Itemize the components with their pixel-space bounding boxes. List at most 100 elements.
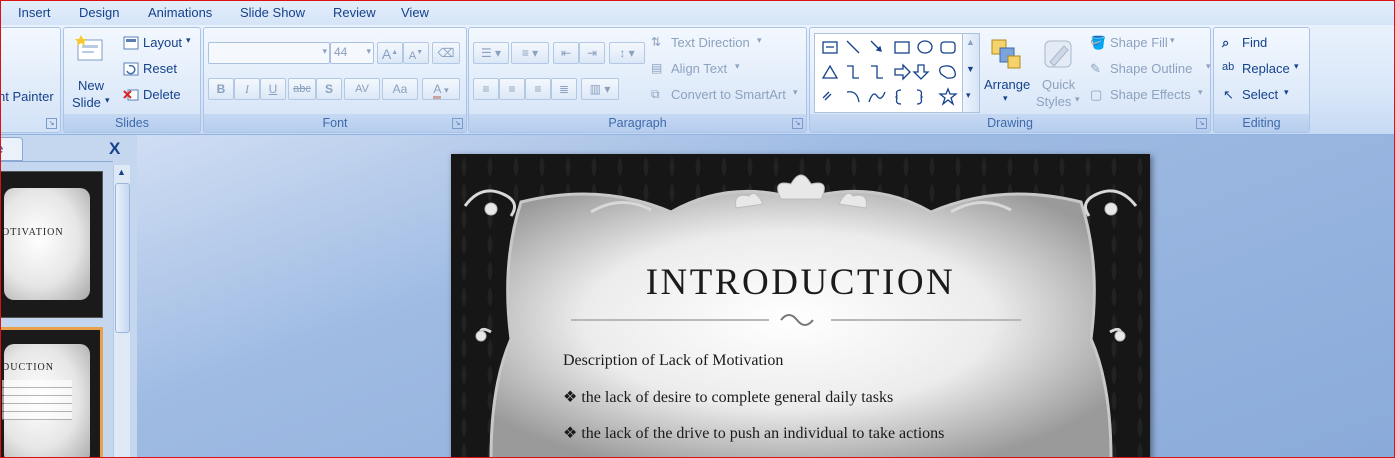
chevron-down-icon: ▾ <box>1003 93 1008 103</box>
align-center-icon: ≡ <box>508 82 516 96</box>
body-text: the lack of the drive to push an individ… <box>581 425 945 442</box>
pane-divider <box>1 161 113 162</box>
shrink-font-button[interactable]: A▼ <box>403 42 429 64</box>
ribbon: nt Painter ↘ New Slide ▾ Layout ▾ Reset … <box>1 25 1394 135</box>
justify-icon: ≣ <box>558 82 570 96</box>
italic-button[interactable]: I <box>234 78 260 100</box>
delete-icon <box>123 89 139 101</box>
layout-icon <box>123 36 139 50</box>
decrease-indent-icon: ⇤ <box>560 46 572 60</box>
font-group: ▾ 44 ▾ A▲ A▼ ⌫ B I U abc S AV Aa A ▾ Fon… <box>203 27 467 133</box>
arrange-button[interactable]: Arrange <box>984 77 1030 92</box>
arrange-icon <box>991 39 1021 69</box>
align-text-button[interactable]: Align Text <box>671 61 727 76</box>
line-spacing-button[interactable]: ↕ ▾ <box>609 42 645 64</box>
slides-group-label: Slides <box>64 114 200 132</box>
strikethrough-button[interactable]: abc <box>288 78 316 100</box>
font-launcher-icon[interactable]: ↘ <box>452 118 463 129</box>
font-group-label: Font <box>204 114 466 132</box>
chevron-down-icon: ▾ <box>186 35 191 45</box>
scroll-down-icon[interactable]: ▼ <box>966 64 975 74</box>
thumbnail-title: OTIVATION <box>2 227 64 238</box>
shape-fill-button[interactable]: Shape Fill <box>1110 35 1168 50</box>
clear-formatting-button[interactable]: ⌫ <box>432 42 460 64</box>
text-direction-icon: ⇅ <box>651 35 662 49</box>
tab-animations[interactable]: Animations <box>148 5 212 20</box>
shape-outline-button[interactable]: Shape Outline <box>1110 61 1192 76</box>
tab-insert[interactable]: Insert <box>18 5 51 20</box>
find-button[interactable]: Find <box>1242 35 1267 50</box>
slide-thumbnail-2[interactable]: DUCTION <box>1 327 103 457</box>
columns-button[interactable]: ▥ ▾ <box>581 78 619 100</box>
chevron-down-icon: ▾ <box>735 61 740 71</box>
slide-canvas[interactable]: INTRODUCTION Description of Lack of Moti… <box>451 154 1150 457</box>
slide-body-line-3[interactable]: ❖ the lack of the drive to push an indiv… <box>563 423 944 443</box>
align-left-button[interactable]: ≡ <box>473 78 499 100</box>
decrease-indent-button[interactable]: ⇤ <box>553 42 579 64</box>
grow-font-button[interactable]: A▲ <box>377 42 403 64</box>
shape-effects-button[interactable]: Shape Effects <box>1110 87 1191 102</box>
quick-styles-label-1[interactable]: Quick <box>1042 77 1075 92</box>
line-spacing-icon: ↕ ▾ <box>619 46 635 60</box>
slide-body-line-1[interactable]: Description of Lack of Motivation <box>563 352 783 370</box>
ribbon-tab-bar: Insert Design Animations Slide Show Revi… <box>1 1 1394 25</box>
pane-scrollbar[interactable]: ▲ <box>113 165 130 457</box>
scroll-up-icon[interactable]: ▲ <box>117 167 126 177</box>
shape-effects-icon: ▢ <box>1090 87 1103 102</box>
align-right-button[interactable]: ≡ <box>525 78 551 100</box>
change-case-button[interactable]: Aa <box>382 78 418 100</box>
numbering-icon: ≡ ▾ <box>521 46 539 60</box>
bullets-button[interactable]: ☰ ▾ <box>473 42 509 64</box>
character-spacing-button[interactable]: AV <box>344 78 380 100</box>
scroll-up-icon[interactable]: ▲ <box>966 37 975 47</box>
grow-font-icon: A <box>381 46 392 62</box>
chevron-down-icon: ▾ <box>105 95 110 105</box>
shapes-gallery[interactable] <box>814 33 968 113</box>
chevron-down-icon: ▾ <box>1294 61 1299 71</box>
clear-formatting-icon: ⌫ <box>437 46 455 60</box>
scrollbar-thumb[interactable] <box>115 183 130 333</box>
clipboard-launcher-icon[interactable]: ↘ <box>46 118 57 129</box>
underline-button[interactable]: U <box>260 78 286 100</box>
drawing-launcher-icon[interactable]: ↘ <box>1196 118 1207 129</box>
gallery-more-icon[interactable]: ▾ <box>966 90 971 101</box>
tab-view[interactable]: View <box>401 5 429 20</box>
font-color-button[interactable]: A ▾ <box>422 78 460 100</box>
layout-button[interactable]: Layout <box>143 35 182 50</box>
close-icon[interactable]: X <box>109 139 120 159</box>
quick-styles-label-2[interactable]: Styles <box>1036 94 1071 109</box>
columns-icon: ▥ ▾ <box>589 82 611 96</box>
slide-thumbnail-1[interactable]: OTIVATION <box>1 171 103 318</box>
slide-body-line-2[interactable]: ❖ the lack of desire to complete general… <box>563 387 893 407</box>
text-shadow-button[interactable]: S <box>316 78 342 100</box>
tab-review[interactable]: Review <box>333 5 376 20</box>
shape-outline-icon: ✎ <box>1090 61 1101 76</box>
tab-design[interactable]: Design <box>79 5 119 20</box>
slide-title[interactable]: INTRODUCTION <box>451 261 1150 304</box>
pane-tab[interactable]: e <box>1 137 23 161</box>
paragraph-launcher-icon[interactable]: ↘ <box>792 118 803 129</box>
ornate-frame-background <box>451 154 1150 457</box>
pane-tab-label: e <box>1 141 3 156</box>
convert-smartart-button[interactable]: Convert to SmartArt <box>671 87 786 102</box>
bold-button[interactable]: B <box>208 78 234 100</box>
justify-button[interactable]: ≣ <box>551 78 577 100</box>
text-direction-button[interactable]: Text Direction <box>671 35 750 50</box>
numbering-button[interactable]: ≡ ▾ <box>511 42 549 64</box>
new-slide-label-2: Slide <box>72 95 101 110</box>
format-painter-button[interactable]: nt Painter <box>1 89 54 104</box>
replace-button[interactable]: Replace <box>1242 61 1290 76</box>
font-size-combo[interactable]: 44 ▾ <box>330 42 374 64</box>
tab-slide-show[interactable]: Slide Show <box>240 5 305 20</box>
select-button[interactable]: Select <box>1242 87 1278 102</box>
increase-indent-button[interactable]: ⇥ <box>579 42 605 64</box>
new-slide-icon <box>75 35 103 61</box>
font-name-combo[interactable]: ▾ <box>208 42 330 64</box>
delete-button[interactable]: Delete <box>143 87 181 102</box>
chevron-down-icon: ▾ <box>757 35 762 45</box>
chevron-down-icon: ▾ <box>1198 87 1203 97</box>
gallery-scroll[interactable]: ▲ ▼ ▾ <box>962 33 980 113</box>
shape-fill-icon: 🪣 <box>1090 35 1107 50</box>
reset-button[interactable]: Reset <box>143 61 177 76</box>
align-center-button[interactable]: ≡ <box>499 78 525 100</box>
